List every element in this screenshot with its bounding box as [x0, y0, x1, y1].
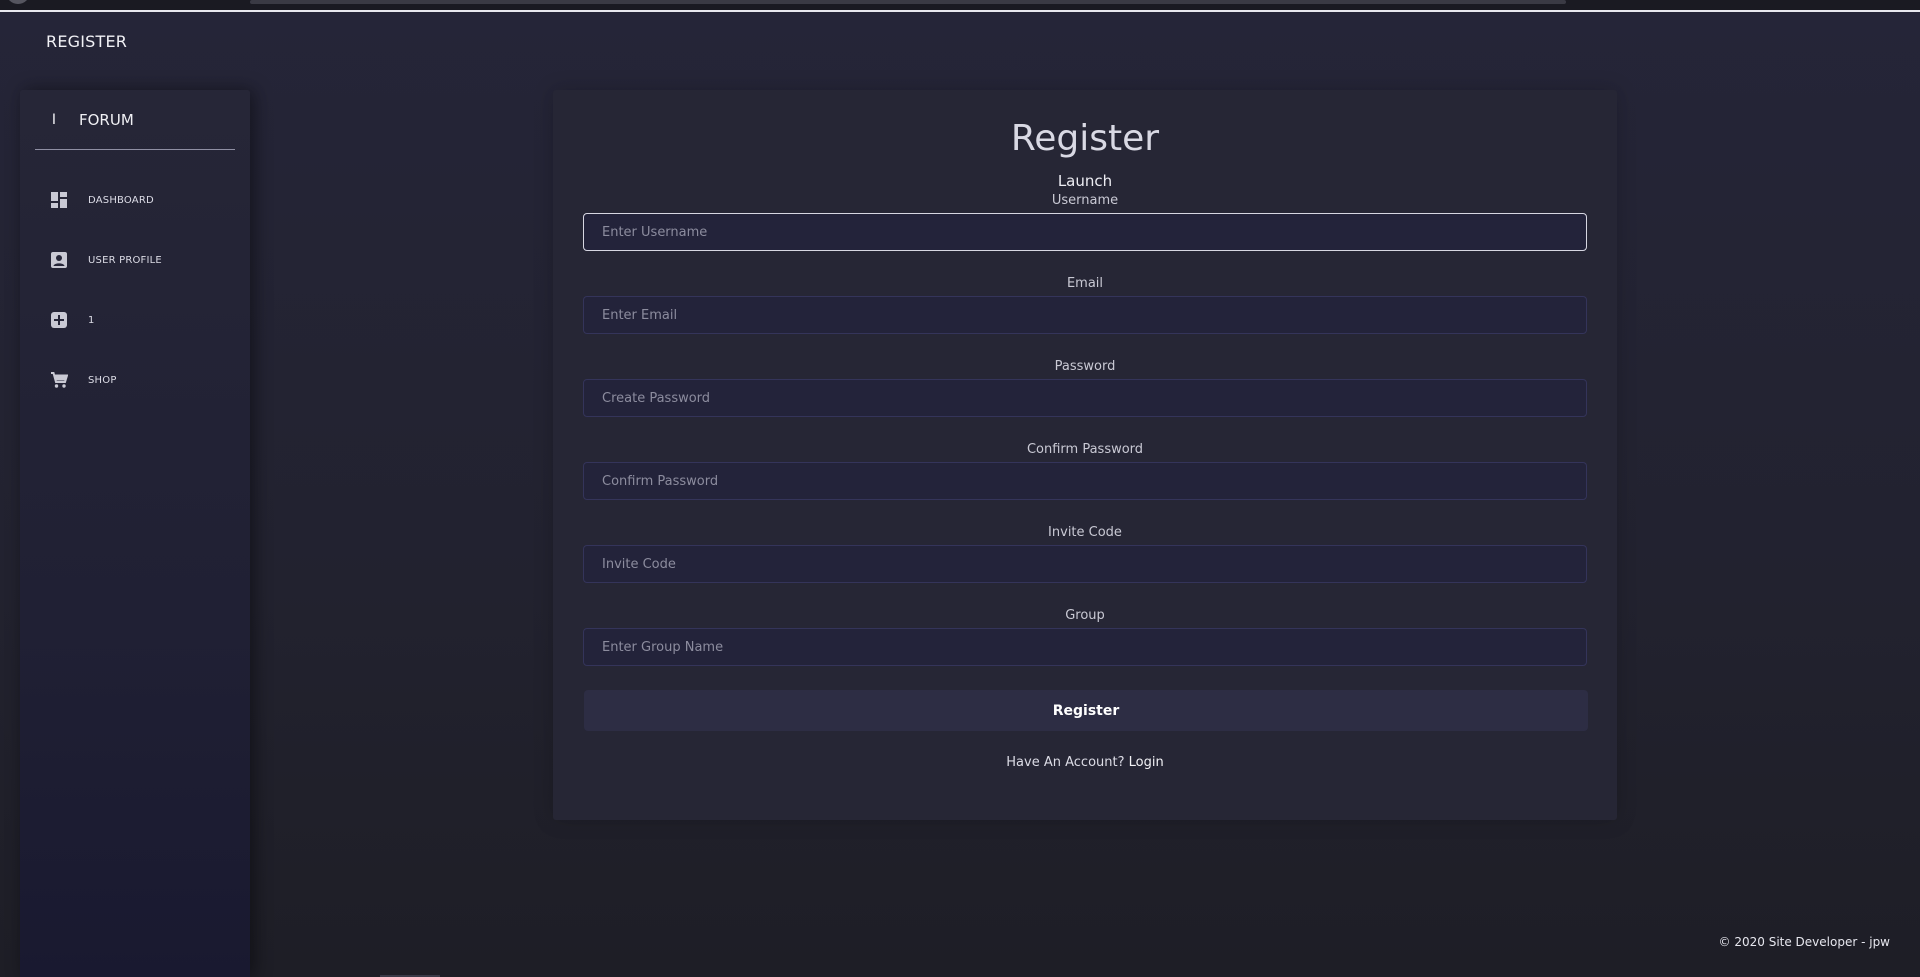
password-label: Password [1054, 359, 1116, 374]
sidebar-item-user-profile[interactable]: USER PROFILE [20, 230, 250, 290]
username-label: Username [1051, 193, 1119, 208]
group-group: Group [583, 608, 1587, 666]
account-prompt: Have An Account? Login [553, 755, 1617, 770]
username-input[interactable] [583, 213, 1587, 251]
sidebar-item-label: 1 [88, 314, 95, 326]
email-group: Email [583, 276, 1587, 334]
browser-top-strip [0, 0, 1920, 12]
register-button[interactable]: Register [584, 690, 1588, 731]
sidebar-brand[interactable]: I FORUM [35, 90, 235, 150]
horizontal-scrollbar[interactable] [250, 0, 1566, 4]
group-input[interactable] [583, 628, 1587, 666]
invite-code-input[interactable] [583, 545, 1587, 583]
footer-copyright: © 2020 Site Developer - jpw [1718, 935, 1890, 949]
brand-label: FORUM [79, 110, 134, 129]
sidebar-item-add[interactable]: 1 [20, 290, 250, 350]
email-input[interactable] [583, 296, 1587, 334]
page-title: Register [1010, 118, 1160, 159]
dashboard-icon [50, 191, 68, 209]
sidebar-item-label: USER PROFILE [88, 254, 162, 266]
register-card: Register Launch Username Email Password … [553, 90, 1617, 820]
email-label: Email [1066, 276, 1104, 291]
confirm-password-input[interactable] [583, 462, 1587, 500]
username-group: Username [583, 193, 1587, 251]
sidebar-item-dashboard[interactable]: DASHBOARD [20, 170, 250, 230]
password-group: Password [583, 359, 1587, 417]
confirm-password-label: Confirm Password [1026, 442, 1144, 457]
page-subtitle: Launch [1057, 172, 1113, 190]
user-profile-icon [50, 251, 68, 269]
sidebar-item-label: DASHBOARD [88, 194, 154, 206]
invite-code-label: Invite Code [1048, 525, 1122, 540]
login-link[interactable]: Login [1129, 755, 1164, 770]
group-label: Group [1065, 608, 1105, 623]
register-page: REGISTER I FORUM DASHBOARD USER PROFILE … [0, 0, 1920, 977]
account-prompt-text: Have An Account? [1006, 755, 1125, 770]
sidebar-menu: DASHBOARD USER PROFILE 1 SHOP [20, 170, 250, 410]
sidebar: I FORUM DASHBOARD USER PROFILE 1 SHOP [20, 90, 250, 977]
brand-mark: I [51, 111, 57, 128]
password-input[interactable] [583, 379, 1587, 417]
invite-code-group: Invite Code [583, 525, 1587, 583]
add-box-icon [50, 311, 68, 329]
sidebar-item-label: SHOP [88, 374, 117, 386]
sidebar-item-shop[interactable]: SHOP [20, 350, 250, 410]
tab-edge [6, 0, 30, 4]
cart-icon [50, 371, 68, 389]
confirm-password-group: Confirm Password [583, 442, 1587, 500]
navbar-title: REGISTER [46, 32, 128, 51]
